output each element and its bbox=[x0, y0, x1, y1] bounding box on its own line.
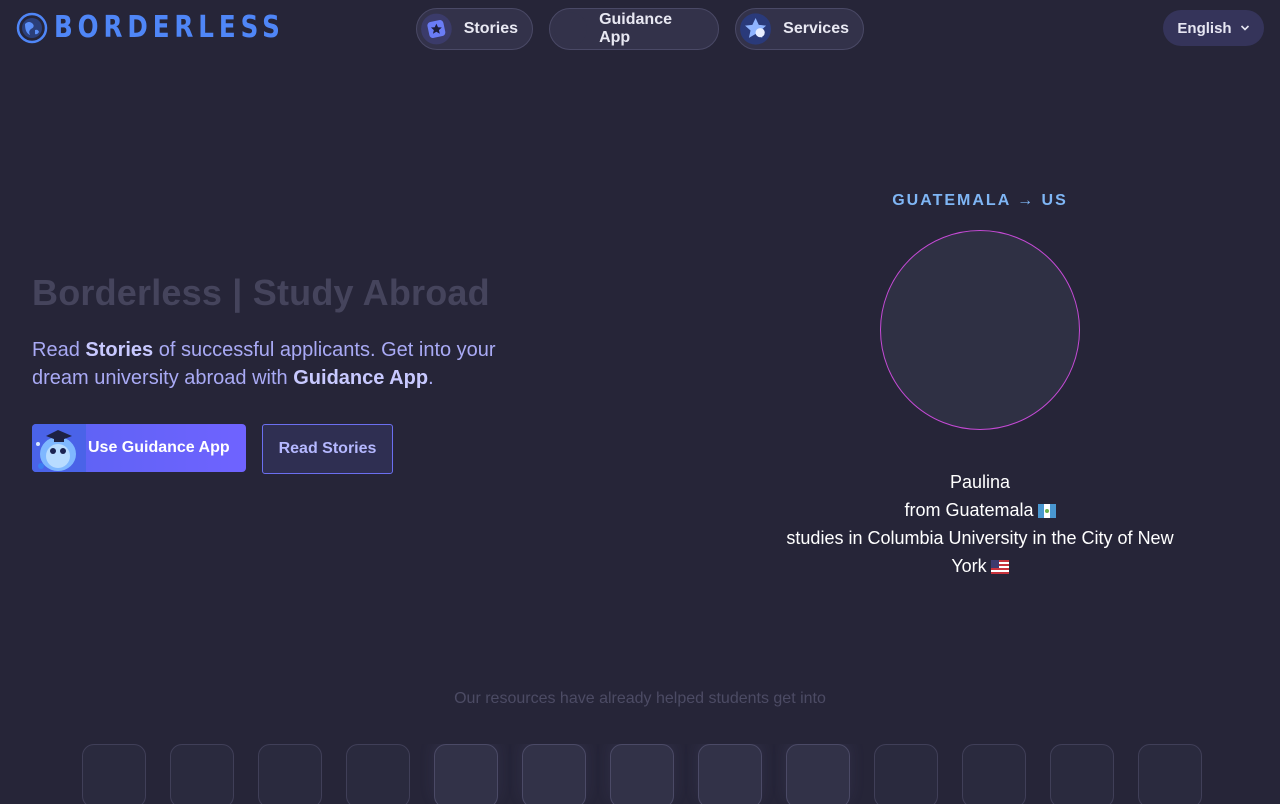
university-logo-tile bbox=[522, 744, 586, 804]
language-select[interactable]: English bbox=[1163, 10, 1264, 46]
university-logo-tile bbox=[346, 744, 410, 804]
story-route: GUATEMALA → US bbox=[892, 192, 1068, 209]
use-guidance-app-button[interactable]: Use Guidance App bbox=[32, 424, 246, 472]
avatar bbox=[880, 230, 1080, 430]
subtitle-text: Read bbox=[32, 339, 86, 361]
button-label: Use Guidance App bbox=[88, 439, 230, 456]
guidance-app-link[interactable]: Guidance App bbox=[293, 367, 428, 389]
nav-item-label: Services bbox=[783, 20, 849, 37]
university-logo-tile bbox=[874, 744, 938, 804]
nav-item-label: Stories bbox=[463, 20, 518, 37]
university-logo-tile bbox=[82, 744, 146, 804]
chevron-down-icon bbox=[1240, 25, 1249, 31]
stories-link[interactable]: Stories bbox=[85, 339, 153, 361]
language-label: English bbox=[1177, 19, 1232, 37]
university-logo-strip bbox=[82, 744, 1202, 804]
brand-wordmark: BORDERLESS bbox=[54, 10, 285, 45]
services-star-icon bbox=[740, 13, 772, 45]
nav-item-guidance-app[interactable]: Guidance App bbox=[549, 8, 719, 50]
hero-subtitle: Read Stories of successful applicants. G… bbox=[32, 336, 512, 392]
globe-icon bbox=[16, 12, 48, 44]
main-nav: Stories Guidance App Services bbox=[416, 8, 864, 50]
university-logo-tile bbox=[610, 744, 674, 804]
university-logo-tile bbox=[786, 744, 850, 804]
university-text: studies in Columbia University in the Ci… bbox=[786, 528, 1174, 576]
mascot-icon bbox=[32, 424, 86, 472]
university-logo-tile bbox=[258, 744, 322, 804]
guidance-app-icon bbox=[554, 12, 588, 46]
student-university: studies in Columbia University in the Ci… bbox=[780, 524, 1180, 580]
stories-star-icon bbox=[421, 13, 452, 45]
site-header: BORDERLESS Stories Guidance App Services bbox=[0, 0, 1280, 60]
university-logo-tile bbox=[1050, 744, 1114, 804]
page-title: Borderless | Study Abroad bbox=[32, 272, 490, 313]
student-origin: from Guatemala bbox=[780, 496, 1180, 524]
brand-logo[interactable]: BORDERLESS bbox=[16, 12, 335, 44]
university-logo-tile bbox=[962, 744, 1026, 804]
resources-heading: Our resources have already helped studen… bbox=[454, 690, 826, 707]
read-stories-button[interactable]: Read Stories bbox=[262, 424, 393, 474]
origin-text: from Guatemala bbox=[904, 500, 1034, 520]
university-logo-tile bbox=[170, 744, 234, 804]
usa-flag-icon bbox=[990, 560, 1009, 574]
nav-item-stories[interactable]: Stories bbox=[416, 8, 533, 50]
university-logo-tile bbox=[698, 744, 762, 804]
nav-item-label: Guidance App bbox=[599, 11, 672, 46]
subtitle-text: . bbox=[428, 367, 434, 389]
university-logo-tile bbox=[1138, 744, 1202, 804]
guatemala-flag-icon bbox=[1037, 504, 1056, 518]
story-caption: Paulina from Guatemala studies in Columb… bbox=[780, 468, 1180, 580]
university-logo-tile bbox=[434, 744, 498, 804]
button-label: Read Stories bbox=[278, 440, 377, 457]
student-name: Paulina bbox=[949, 472, 1011, 492]
nav-item-services[interactable]: Services bbox=[735, 8, 864, 50]
